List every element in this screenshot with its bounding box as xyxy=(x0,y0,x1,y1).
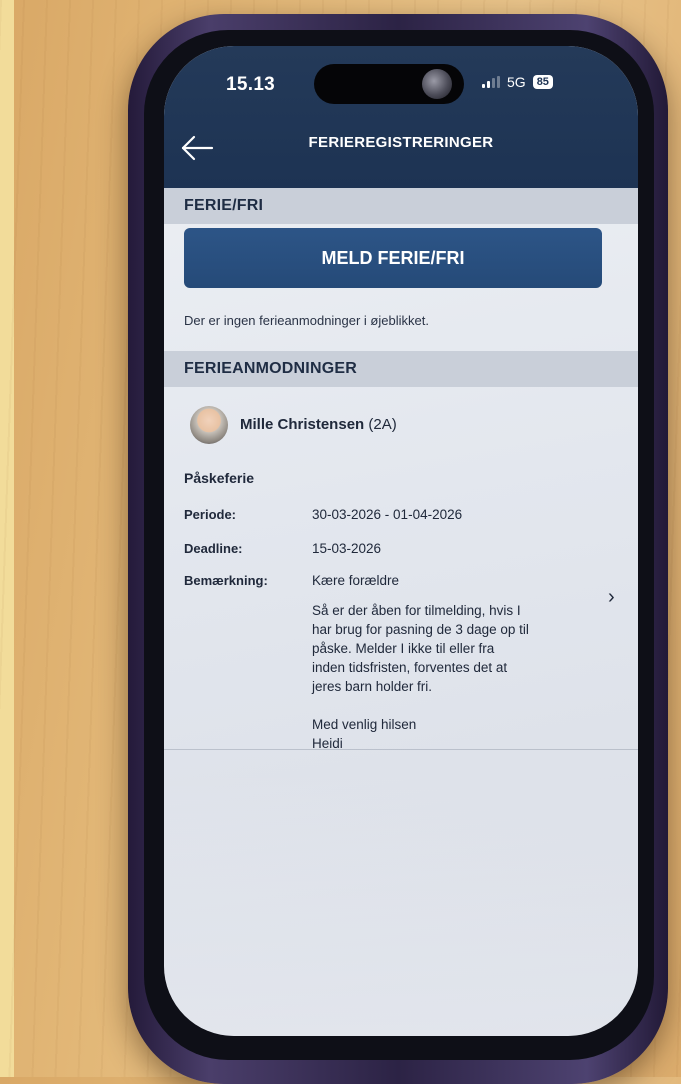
meld-ferie-button[interactable]: MELD FERIE/FRI xyxy=(184,228,602,288)
periode-value: 30-03-2026 - 01-04-2026 xyxy=(312,507,463,522)
remark-line: påske. Melder I ikke til eller fra xyxy=(312,641,495,656)
status-indicators: 5G 85 xyxy=(482,74,553,90)
phone-screen: 15.13 5G 85 FERIEREGISTRERINGER FERIE/FR… xyxy=(164,46,638,1036)
chevron-right-icon[interactable]: › xyxy=(608,586,615,609)
battery-icon: 85 xyxy=(532,75,553,89)
student-name: Mille Christensen (2A) xyxy=(240,416,397,433)
deadline-value: 15-03-2026 xyxy=(312,541,382,556)
empty-area xyxy=(164,766,638,1036)
camera-icon xyxy=(422,69,452,99)
remark-line: Med venlig hilsen xyxy=(312,717,417,732)
empty-requests-message: Der er ingen ferieanmodninger i øjeblikk… xyxy=(184,313,429,328)
student-class: (2A) xyxy=(368,416,397,433)
remark-line: Kære forældre xyxy=(312,573,400,588)
remark-line: inden tidsfristen, forventes det at xyxy=(312,660,508,675)
app-header: 15.13 5G 85 FERIEREGISTRERINGER xyxy=(164,46,638,188)
remark-line: har brug for pasning de 3 dage op til xyxy=(312,622,529,637)
remark-label: Bemærkning: xyxy=(184,573,268,588)
periode-label: Periode: xyxy=(184,507,237,522)
status-time: 15.13 xyxy=(226,74,276,95)
section-title: FERIEANMODNINGER xyxy=(184,360,357,377)
section-header-ferie-fri: FERIE/FRI xyxy=(164,188,638,224)
remark-line: jeres barn holder fri. xyxy=(312,679,433,694)
avatar xyxy=(190,406,228,444)
student-name-text: Mille Christensen xyxy=(240,416,365,433)
remark-line: Heidi xyxy=(312,736,343,751)
table-edge xyxy=(0,0,14,1077)
divider xyxy=(164,749,638,750)
page-title: FERIEREGISTRERINGER xyxy=(308,134,494,151)
deadline-label: Deadline: xyxy=(184,541,243,556)
section-header-ferieanmodninger: FERIEANMODNINGER xyxy=(164,351,638,387)
remark-line: Så er der åben for tilmelding, hvis I xyxy=(312,603,521,618)
section-title: FERIE/FRI xyxy=(184,197,264,214)
signal-icon xyxy=(482,76,500,88)
request-title: Påskeferie xyxy=(184,470,255,486)
network-type: 5G xyxy=(507,74,526,90)
